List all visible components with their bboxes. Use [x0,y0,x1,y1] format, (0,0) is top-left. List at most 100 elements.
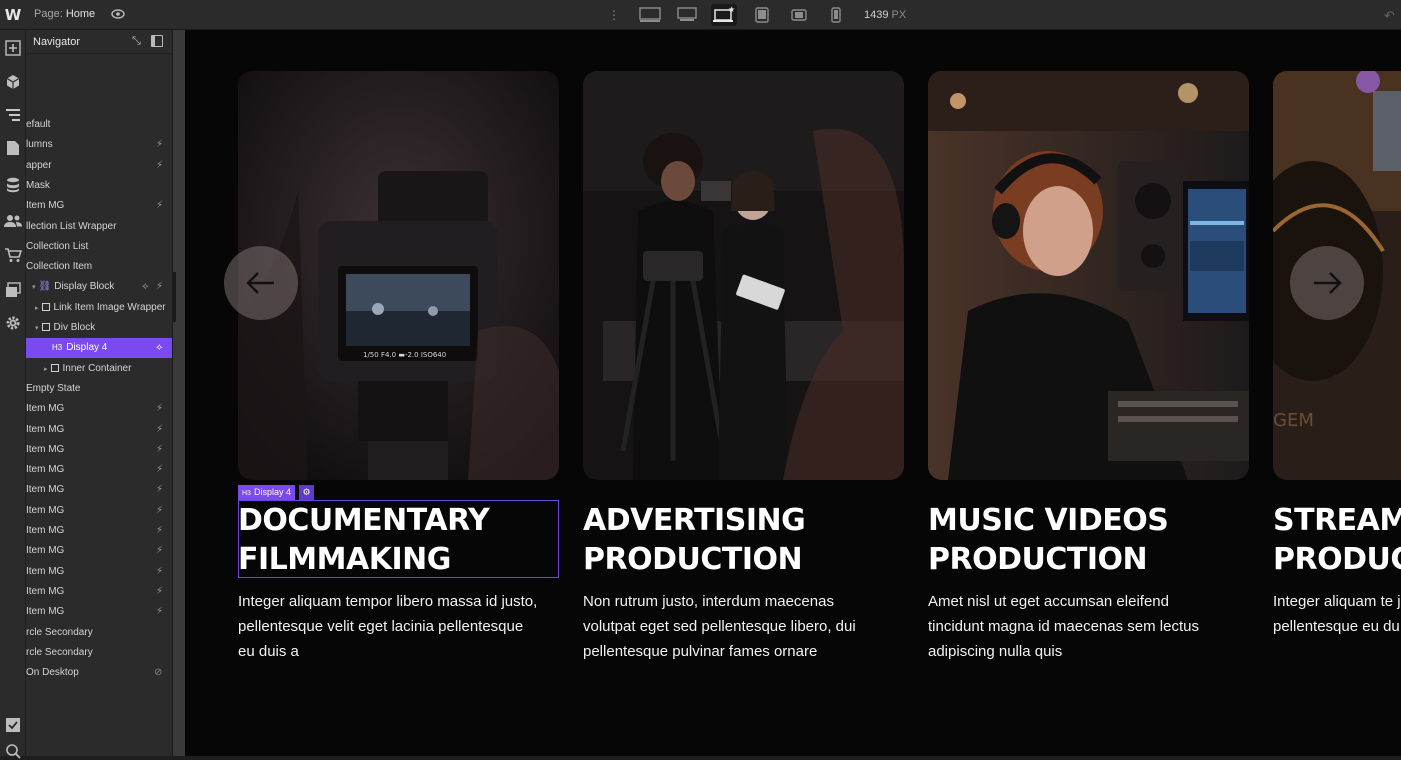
navigator-tree-item[interactable]: llection List Wrapper [26,217,172,237]
navigator-tree-item[interactable]: Collection List [26,237,172,257]
navigator-tree-item[interactable]: On Desktop ⊘ [26,663,172,683]
navigator-tree-item[interactable]: Item MG ⚡ [26,399,172,419]
navigator-tree-item[interactable]: Item MG ⚡ [26,420,172,440]
breakpoint-mobile-portrait-icon[interactable] [823,4,849,26]
navigator-tree-item[interactable]: Collection Item [26,257,172,277]
card-image-film-crew[interactable] [583,71,904,480]
navigator-tree-item[interactable]: Item MG ⚡ [26,480,172,500]
navigator-tree-item[interactable]: Item MG ⚡ [26,501,172,521]
card-title[interactable]: MUSIC VIDEOS PRODUCTION [928,501,1249,579]
components-icon[interactable] [4,73,22,91]
card-title-line1: STREAM [1273,503,1401,538]
resize-grip[interactable] [173,272,176,322]
panel-resize-handle[interactable] [172,30,185,756]
navigator-tree-item[interactable]: Item MG ⚡ [26,196,172,216]
navigator-tree-item[interactable]: H3Display 4⚡⟡ [26,338,172,359]
settings-gear-icon[interactable] [4,314,22,332]
dock-panel-icon[interactable] [151,35,163,47]
card-title-line1: ADVERTISING [583,503,806,538]
caret-icon[interactable]: ▸ [35,305,39,312]
card-title-line2: PRODUCTION [583,542,803,577]
card-title[interactable]: DOCUMENTARY FILMMAKING [238,501,559,579]
webflow-logo[interactable]: W [0,0,26,30]
interaction-bolt-icon: ⚡ [156,484,164,496]
caret-icon[interactable]: ▾ [35,325,39,332]
pages-icon[interactable] [4,139,22,157]
card-image-music-studio[interactable] [928,71,1249,480]
interaction-bolt-icon: ⚡ [156,464,164,476]
card-description[interactable]: Integer aliquam te justo, pellentesque p… [1273,589,1401,639]
canvas-width-unit: PX [891,9,907,21]
slider-next-arrow[interactable] [1290,246,1364,320]
tree-item-text: Item MG [26,504,65,516]
collapse-all-icon[interactable]: ⤡ [132,35,141,48]
caret-right-icon[interactable]: ▸ [44,366,48,373]
navigator-icon[interactable] [4,106,22,124]
div-block-icon [41,323,50,331]
tree-item-text: efault [26,119,51,130]
page-selector[interactable]: Page: Home [34,8,95,20]
tree-item-text: Inner Container [62,362,132,374]
navigator-tree-item[interactable]: efault [26,115,172,135]
card-title-line2: FILMMAKING [238,542,451,577]
arrow-left-icon [246,272,274,294]
navigator-header: Navigator ⤡ [26,30,172,54]
breakpoint-desktop-xxl-icon[interactable] [637,4,663,26]
card-title[interactable]: ADVERTISING PRODUCTION [583,501,904,579]
navigator-tree-item[interactable]: apper ⚡ [26,156,172,176]
navigator-tree-item[interactable]: Mask [26,176,172,196]
interaction-bolt-icon: ⚡ [156,606,164,618]
tree-item-label: Item MG [26,440,64,460]
navigator-tree-item[interactable]: ▾ ⛓ Display Block ⚡ ⟡ [26,277,172,297]
assets-icon[interactable] [4,281,22,299]
navigator-tree-item[interactable]: rcle Secondary [26,643,172,663]
navigator-tree-item[interactable]: lumns ⚡ [26,135,172,155]
card-description[interactable]: Integer aliquam tempor libero massa id j… [238,589,538,664]
tree-item-text: Item MG [26,565,65,577]
breakpoint-desktop-base-icon[interactable]: ★ [711,4,737,26]
navigator-tree-item[interactable]: Item MG ⚡ [26,460,172,480]
page-prefix: Page: [34,8,63,20]
navigator-tree-item[interactable]: Item MG ⚡ [26,440,172,460]
card-description[interactable]: Amet nisl ut eget accumsan eleifend tinc… [928,589,1228,664]
navigator-tree-item[interactable]: Item MG ⚡ [26,562,172,582]
card-title[interactable]: STREAM PRODUC [1273,501,1401,579]
navigator-tree-item[interactable]: Item MG ⚡ [26,521,172,541]
navigator-tree-item[interactable]: ▸ Inner Container [26,359,172,379]
slider-prev-arrow[interactable] [224,246,298,320]
audit-checklist-icon[interactable] [4,716,22,734]
caret-down-icon[interactable]: ▾ [32,284,36,291]
design-canvas[interactable]: 1/50 F4.0 ▬-2.0 ISO640 DOCUMENTARY FILMM… [185,30,1401,756]
interaction-bolt-icon: ⚡ [156,159,164,171]
tree-item-text: Item MG [26,443,65,455]
breakpoint-desktop-xl-icon[interactable] [674,4,700,26]
heading-h3-icon: H3 [52,343,63,353]
card-description[interactable]: Non rutrum justo, interdum maecenas volu… [583,589,883,664]
ecommerce-cart-icon[interactable] [4,246,22,264]
navigator-tree-item[interactable]: Item MG ⚡ [26,602,172,622]
tree-item-label: Item MG [26,460,64,480]
navigator-tree-item[interactable]: ▸ Link Item Image Wrapper [26,298,172,318]
cms-icon[interactable] [4,176,22,194]
preview-eye-icon[interactable] [111,7,125,21]
tree-item-label: llection List Wrapper [26,217,116,237]
interaction-bolt-icon: ⚡ [156,545,164,557]
add-elements-icon[interactable] [4,39,22,57]
undo-icon[interactable]: ↶ [1384,8,1395,24]
navigator-tree-item[interactable]: rcle Secondary [26,623,172,643]
navigator-tree-item[interactable]: Item MG ⚡ [26,582,172,602]
search-icon[interactable] [4,742,22,760]
selected-element-badge[interactable]: H3 Display 4 [238,485,295,500]
breakpoint-mobile-landscape-icon[interactable] [786,4,812,26]
interaction-bolt-icon: ⚡ [156,139,164,151]
more-options-icon[interactable]: ⋮ [608,7,620,23]
navigator-tree-item[interactable]: Empty State [26,379,172,399]
navigator-tree-item[interactable]: Item MG ⚡ [26,541,172,561]
navigator-tree-item[interactable]: ▾ Div Block [26,318,172,338]
interaction-bolt-icon: ⚡ [156,281,164,293]
breakpoint-tablet-icon[interactable] [749,4,775,26]
users-icon[interactable] [4,212,22,230]
svg-text:1/50 F4.0 ▬-2.0 ISO640: 1/50 F4.0 ▬-2.0 ISO640 [363,351,446,359]
interaction-bolt-icon: ⚡ [156,504,164,516]
element-settings-gear-icon[interactable]: ⚙ [299,485,314,500]
